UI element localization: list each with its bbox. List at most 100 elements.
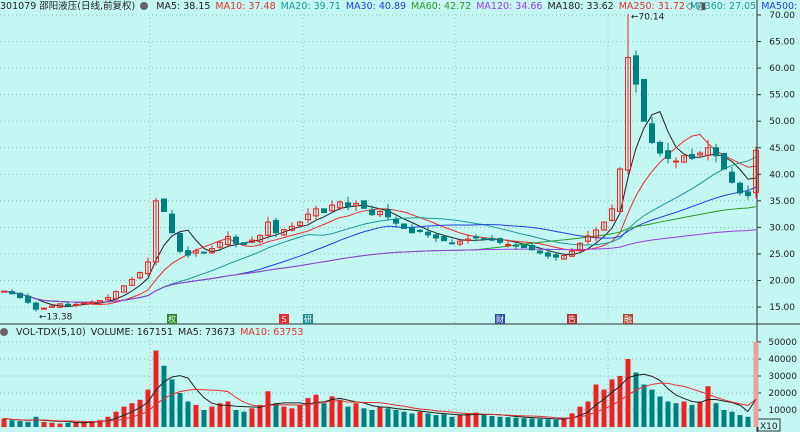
volume-bar: [25, 421, 31, 427]
volume-bar: [193, 404, 199, 427]
volume-bar: [361, 408, 367, 427]
ma-value-9: MA500: -: [761, 1, 800, 12]
candle-down: [161, 198, 167, 212]
volume-bar: [57, 423, 63, 427]
volume-bar: [649, 389, 655, 427]
candle-down: [553, 254, 559, 258]
volume-bar: [449, 416, 455, 427]
event-marker-label: 融: [624, 314, 632, 324]
settings-circle-icon[interactable]: [140, 2, 149, 10]
volume-indicator-title[interactable]: VOL-TDX(5,10): [16, 327, 86, 338]
volume-bar: [409, 413, 415, 427]
volume-bar: [433, 415, 439, 427]
candle-down: [433, 234, 439, 239]
volume-bar: [201, 410, 207, 427]
ma10-line: [3, 133, 757, 306]
volume-bar: [297, 404, 303, 427]
volume-bar: [353, 403, 359, 427]
event-marker[interactable]: 融: [623, 314, 633, 324]
volume-bar: [665, 401, 671, 427]
price-tick-label: 40.00: [769, 170, 795, 180]
price-tick-label: 20.00: [769, 277, 795, 287]
volume-bar: [553, 419, 559, 427]
ma-value-3: MA30: 40.89: [345, 1, 407, 12]
stock-chart[interactable]: 70.00 65.00 60.00 55.00 50.00 45.00 40.00 35.00…: [0, 0, 800, 432]
candle-down: [385, 209, 391, 218]
volume-bar: [489, 415, 495, 427]
volume-bar: [257, 404, 263, 427]
price-chart-header: 301079 邵阳液压(日线,前复权) MA5: 38.15 MA10: 37.4…: [0, 0, 800, 14]
candle-down: [369, 209, 375, 216]
volume-bar: [281, 406, 287, 427]
volume-bar: [681, 401, 687, 427]
event-marker[interactable]: 研: [303, 314, 313, 324]
volume-bar: [441, 414, 447, 427]
event-marker[interactable]: S: [279, 314, 289, 324]
volume-bar: [537, 418, 543, 427]
volume-bar: [697, 401, 703, 427]
panel-toggle-icon[interactable]: ◨: [697, 1, 706, 12]
volume-bar: [521, 418, 527, 427]
event-marker[interactable]: 告: [567, 314, 577, 324]
candle-down: [481, 237, 487, 240]
candle-down: [9, 291, 15, 295]
volume-bar: [465, 413, 471, 427]
candle-down: [473, 236, 479, 239]
candle-down: [521, 244, 527, 249]
candle-down: [177, 232, 183, 252]
volume-value: VOLUME: 167151: [90, 327, 173, 338]
settings-circle-icon[interactable]: [0, 328, 8, 336]
volume-tick-label: 30000: [768, 372, 797, 382]
volume-bar: [641, 384, 647, 427]
candle-down: [633, 55, 639, 85]
volume-bar: [393, 410, 399, 427]
volume-bar: [49, 422, 55, 427]
volume-tick-label: 20000: [768, 389, 797, 399]
price-tick-label: 55.00: [769, 91, 795, 101]
volume-bar: [241, 411, 247, 427]
candle-down: [441, 236, 447, 242]
candle-down: [545, 252, 551, 257]
volume-bar: [169, 379, 175, 427]
volume-bar: [673, 403, 679, 427]
volume-bar: [17, 421, 23, 427]
price-tick-label: 25.00: [769, 250, 795, 260]
diamond-icon[interactable]: ◇: [686, 1, 694, 12]
volume-bar: [593, 384, 599, 427]
volume-bar: [377, 406, 383, 427]
candle-down: [425, 231, 431, 236]
volume-bar: [737, 415, 743, 427]
candle-down: [273, 219, 279, 234]
event-marker[interactable]: 权: [167, 314, 177, 324]
candle-up: [73, 303, 79, 306]
chart-tools: ◇ ◨: [686, 1, 706, 12]
event-marker-label: 告: [568, 314, 576, 324]
candle-up: [81, 302, 87, 305]
candle-up: [505, 243, 511, 246]
candle-down: [721, 152, 727, 170]
ma-value-5: MA120: 34.66: [476, 1, 543, 12]
volume-bar: [609, 379, 615, 427]
volume-bar: [513, 417, 519, 427]
ma-value-1: MA10: 37.48: [215, 1, 276, 12]
candle-down: [737, 182, 743, 194]
volume-bar: [249, 408, 255, 427]
candle-down: [345, 202, 351, 208]
volume-bar: [177, 393, 183, 427]
volume-bar: [305, 398, 311, 427]
volume-ma5: MA5: 73673: [178, 327, 236, 338]
volume-header: VOL-TDX(5,10) VOLUME: 167151 MA5: 73673 MA1…: [0, 326, 308, 339]
candle-down: [321, 208, 327, 214]
price-tick-label: 30.00: [769, 223, 795, 233]
volume-bar: [217, 403, 223, 427]
candle-down: [361, 200, 367, 209]
event-marker[interactable]: 财: [495, 314, 505, 324]
volume-bar: [105, 416, 111, 427]
stock-title[interactable]: 301079 邵阳液压(日线,前复权): [0, 1, 135, 12]
volume-bar: [129, 403, 135, 427]
candle-down: [241, 242, 247, 245]
volume-bar: [41, 421, 47, 427]
candle-down: [657, 141, 663, 154]
volume-bar: [721, 410, 727, 427]
candle-down: [65, 303, 71, 306]
